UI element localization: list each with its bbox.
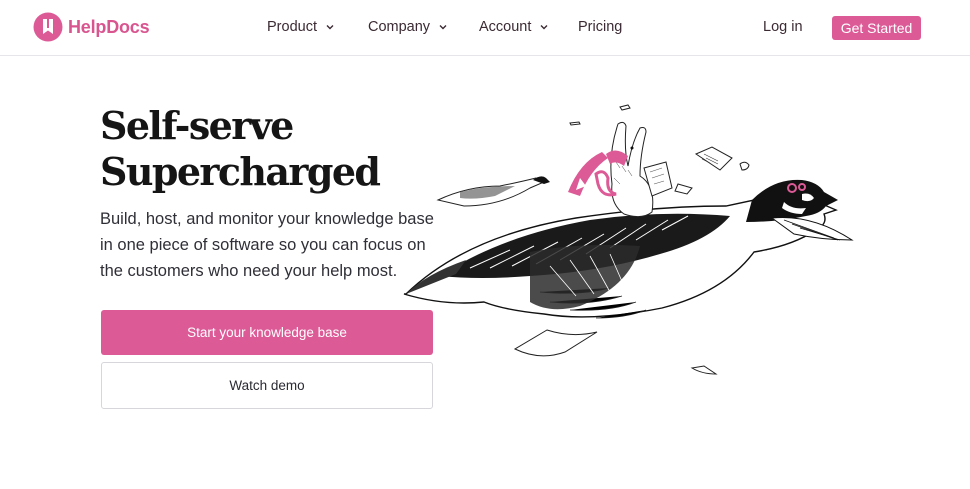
hero-title-line-1: Self-serve [100,103,294,148]
hero-title-line-2: Supercharged [100,149,381,194]
goose-with-rabbit-illustration [403,104,854,375]
nav-company-label: Company [368,19,431,35]
start-knowledge-base-button[interactable]: Start your knowledge base [101,310,433,355]
small-goose [436,176,550,207]
chevron-down-icon [326,25,334,30]
hero-subtitle: Build, host, and monitor your knowledge … [100,210,434,280]
nav-pricing-label: Pricing [578,19,623,35]
top-navbar: HelpDocs Product Company Account Pricing… [0,0,970,56]
hero-title: Self-serve Supercharged [100,103,440,195]
logo-icon [33,12,63,42]
login-link[interactable]: Log in [763,19,803,35]
nav-product[interactable]: Product [267,19,335,35]
nav-product-label: Product [267,19,317,35]
nav-company[interactable]: Company [368,19,448,35]
get-started-button[interactable]: Get Started [832,16,921,40]
chevron-down-icon [540,25,548,30]
watch-demo-button[interactable]: Watch demo [101,362,433,409]
helpdocs-logo[interactable]: HelpDocs [33,12,150,42]
nav-pricing[interactable]: Pricing [578,19,622,35]
rabbit-rider [568,121,673,218]
logo-text: HelpDocs [68,16,150,37]
chevron-down-icon [439,25,447,30]
nav-account[interactable]: Account [479,19,549,35]
nav-account-label: Account [479,19,532,35]
